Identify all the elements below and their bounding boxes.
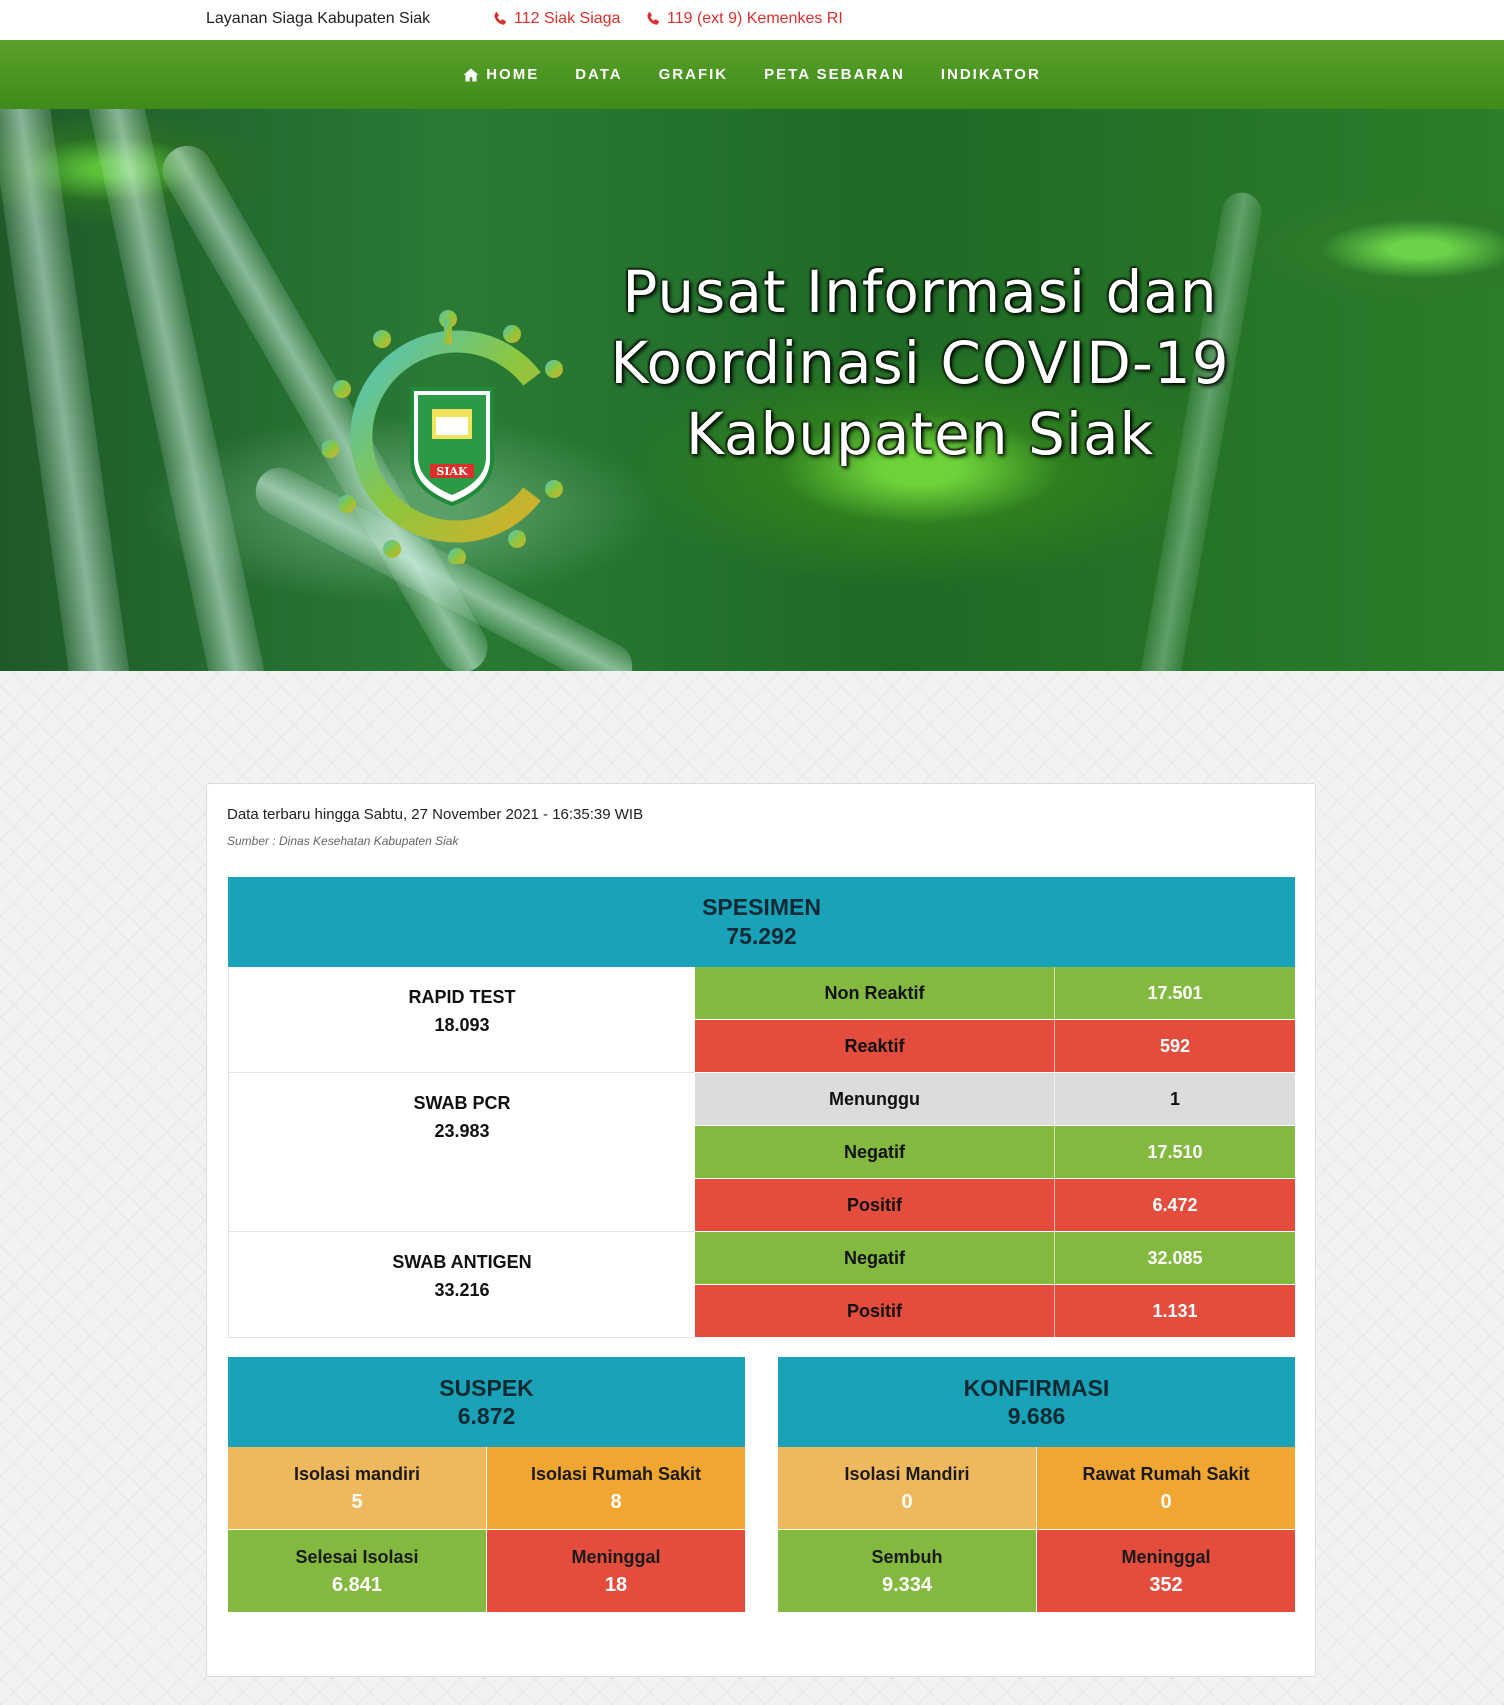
suspek-title: SUSPEK — [439, 1375, 534, 1401]
stat-value: 18 — [604, 1574, 628, 1596]
stat-label: Selesai Isolasi — [295, 1547, 419, 1567]
antigen-negatif-label: Negatif — [695, 1232, 1055, 1284]
phone-label-1: 112 Siak Siaga — [514, 10, 621, 27]
nav-data-label: DATA — [575, 66, 623, 83]
phone-icon — [494, 12, 506, 25]
nav-grafik-label: GRAFIK — [658, 66, 729, 83]
stat-label: Rawat Rumah Sakit — [1082, 1464, 1250, 1484]
siak-covid-logo: SIAK — [322, 310, 563, 564]
konfirmasi-rawat-rumah-sakit: Rawat Rumah Sakit 0 — [1037, 1447, 1295, 1529]
nav-home-label: HOME — [486, 66, 540, 83]
stat-value: 6.841 — [331, 1574, 383, 1596]
home-icon — [463, 68, 479, 81]
suspek-total: 6.872 — [457, 1403, 516, 1429]
stat-label: Isolasi mandiri — [293, 1464, 421, 1484]
hero-title-line-1: Pusat Informasi dan — [622, 258, 1218, 326]
antigen-negatif-value: 32.085 — [1055, 1232, 1295, 1284]
last-updated-text: Data terbaru hingga Sabtu, 27 November 2… — [227, 806, 644, 823]
stat-label: Isolasi Rumah Sakit — [530, 1464, 702, 1484]
hero-title-line-2: Koordinasi COVID-19 — [610, 329, 1230, 397]
rapid-non-reaktif-label: Non Reaktif — [695, 967, 1055, 1019]
stat-label: Meninggal — [571, 1547, 661, 1567]
pcr-menunggu-value: 1 — [1055, 1073, 1295, 1125]
suspek-isolasi-mandiri: Isolasi mandiri 5 — [228, 1447, 486, 1529]
konfirmasi-meninggal: Meninggal 352 — [1037, 1530, 1295, 1612]
swab-antigen-total: 33.216 — [434, 1280, 490, 1300]
data-source-text: Sumber : Dinas Kesehatan Kabupaten Siak — [227, 834, 459, 848]
top-bar: Layanan Siaga Kabupaten Siak 112 Siak Si… — [0, 0, 1504, 40]
antigen-positif-value: 1.131 — [1055, 1285, 1295, 1337]
rapid-test-name: RAPID TEST — [408, 987, 516, 1007]
nav-indikator-label: INDIKATOR — [940, 66, 1041, 83]
phone-icon — [647, 12, 659, 25]
nav-data[interactable]: DATA — [557, 66, 640, 83]
site-label: Layanan Siaga Kabupaten Siak — [206, 10, 431, 27]
rapid-reaktif-value: 592 — [1055, 1020, 1295, 1072]
phone-label-2: 119 (ext 9) Kemenkes RI — [667, 10, 843, 27]
stat-value: 5 — [351, 1491, 363, 1513]
suspek-header: SUSPEK 6.872 — [228, 1357, 745, 1447]
swab-pcr-block: SWAB PCR 23.983 — [228, 1073, 695, 1232]
pcr-negatif-label: Negatif — [695, 1126, 1055, 1178]
hero-title: Pusat Informasi dan Koordinasi COVID-19 … — [560, 257, 1280, 470]
covid-data-card: Data terbaru hingga Sabtu, 27 November 2… — [206, 783, 1316, 1677]
nav-peta-sebaran-label: PETA SEBARAN — [764, 66, 905, 83]
konfirmasi-isolasi-mandiri: Isolasi Mandiri 0 — [778, 1447, 1036, 1529]
stat-label: Meninggal — [1121, 1547, 1211, 1567]
konfirmasi-title: KONFIRMASI — [963, 1375, 1110, 1401]
suspek-meninggal: Meninggal 18 — [487, 1530, 745, 1612]
swab-pcr-name: SWAB PCR — [413, 1093, 511, 1113]
antigen-positif-label: Positif — [695, 1285, 1055, 1337]
rapid-test-block: RAPID TEST 18.093 — [228, 967, 695, 1073]
phone-link-kemenkes[interactable]: 119 (ext 9) Kemenkes RI — [645, 10, 843, 28]
konfirmasi-sembuh: Sembuh 9.334 — [778, 1530, 1036, 1612]
stat-value: 9.334 — [881, 1574, 933, 1596]
phone-link-siak-siaga[interactable]: 112 Siak Siaga — [492, 10, 620, 28]
pcr-menunggu-label: Menunggu — [695, 1073, 1055, 1125]
pcr-positif-label: Positif — [695, 1179, 1055, 1231]
spesimen-header: SPESIMEN 75.292 — [228, 877, 1295, 967]
swab-antigen-block: SWAB ANTIGEN 33.216 — [228, 1232, 695, 1338]
hero-title-line-3: Kabupaten Siak — [685, 400, 1155, 468]
stat-label: Isolasi Mandiri — [844, 1464, 970, 1484]
suspek-selesai-isolasi: Selesai Isolasi 6.841 — [228, 1530, 486, 1612]
rapid-reaktif-label: Reaktif — [695, 1020, 1055, 1072]
rapid-test-total: 18.093 — [434, 1015, 490, 1035]
main-navbar: HOME DATA GRAFIK PETA SEBARAN INDIKATOR — [0, 40, 1504, 109]
pcr-positif-value: 6.472 — [1055, 1179, 1295, 1231]
nav-peta-sebaran[interactable]: PETA SEBARAN — [746, 66, 923, 83]
rapid-non-reaktif-value: 17.501 — [1055, 967, 1295, 1019]
nav-indikator[interactable]: INDIKATOR — [923, 66, 1059, 83]
nav-grafik[interactable]: GRAFIK — [641, 66, 747, 83]
stat-value: 0 — [901, 1491, 913, 1513]
hero-banner: SIAK Pusat Informasi dan Koordinasi COVI… — [0, 109, 1504, 671]
swab-antigen-name: SWAB ANTIGEN — [392, 1252, 532, 1272]
konfirmasi-total: 9.686 — [1007, 1403, 1066, 1429]
swab-pcr-total: 23.983 — [434, 1121, 490, 1141]
spesimen-total: 75.292 — [726, 923, 797, 949]
stat-value: 352 — [1149, 1574, 1183, 1596]
pcr-negatif-value: 17.510 — [1055, 1126, 1295, 1178]
stat-label: Sembuh — [871, 1547, 943, 1567]
suspek-isolasi-rumah-sakit: Isolasi Rumah Sakit 8 — [487, 1447, 745, 1529]
stat-value: 8 — [610, 1491, 622, 1513]
stat-value: 0 — [1160, 1491, 1172, 1513]
logo-text: SIAK — [436, 465, 468, 478]
nav-home[interactable]: HOME — [445, 66, 557, 83]
konfirmasi-header: KONFIRMASI 9.686 — [778, 1357, 1295, 1447]
spesimen-title: SPESIMEN — [702, 894, 821, 920]
